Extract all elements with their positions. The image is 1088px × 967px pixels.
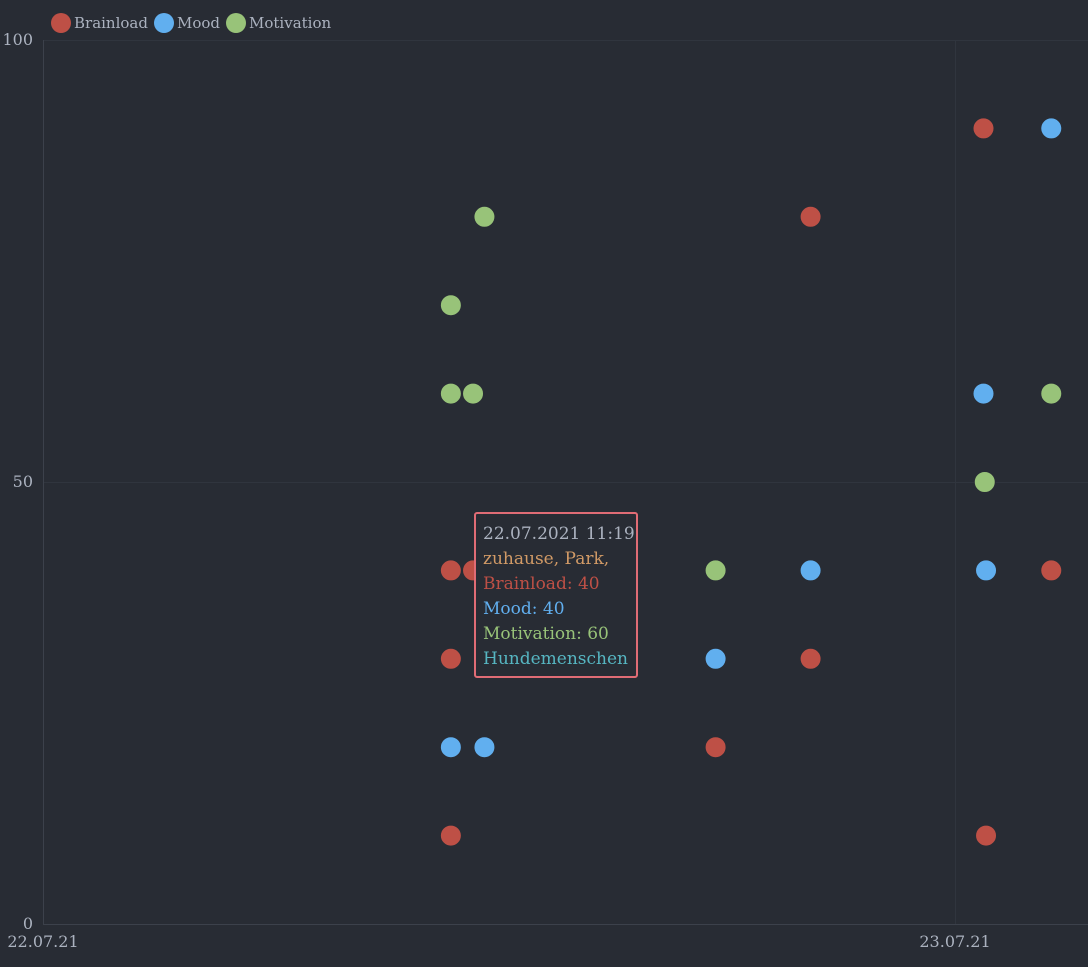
tooltip-brainload: Brainload: 40 [483, 574, 600, 594]
brainload-point-3 [439, 824, 462, 847]
motivation-point-0 [439, 294, 462, 317]
legend: Brainload Mood Motivation [51, 12, 331, 34]
mood-point-5 [975, 559, 998, 582]
y-tick-label-50: 50 [13, 472, 33, 491]
motivation-point-6 [1040, 382, 1063, 405]
brainload-point-5 [799, 205, 822, 228]
tooltip-date: 22.07.2021 11:19 [483, 524, 635, 544]
motivation-point-1 [439, 382, 462, 405]
tooltip-motivation: Motivation: 60 [483, 624, 609, 644]
mood-point-2 [704, 647, 727, 670]
brainload-point-0 [439, 559, 462, 582]
motivation-point-2 [462, 382, 485, 405]
tooltip-places: zuhause, Park, [483, 549, 610, 569]
legend-item-brainload[interactable]: Brainload [51, 13, 148, 33]
legend-label-motivation: Motivation [249, 14, 332, 32]
legend-swatch-motivation [226, 13, 246, 33]
motivation-point-3 [473, 205, 496, 228]
legend-swatch-brainload [51, 13, 71, 33]
mood-point-1 [473, 736, 496, 759]
y-tick-label-0: 0 [23, 914, 33, 933]
scatter-chart: 0 50 100 22.07.21 23.07.21 [2, 30, 1088, 951]
brainload-point-2 [439, 647, 462, 670]
legend-label-mood: Mood [176, 14, 220, 32]
mood-point-3 [799, 559, 822, 582]
motivation-point-5 [973, 471, 996, 493]
brainload-point-6 [799, 647, 822, 670]
brainload-point-8 [975, 824, 998, 847]
brainload-point-9 [1040, 559, 1063, 582]
y-tick-label-100: 100 [2, 30, 33, 49]
data-point-tooltip: 22.07.2021 11:19 zuhause, Park, Brainloa… [474, 512, 638, 678]
legend-item-motivation[interactable]: Motivation [226, 13, 331, 33]
mood-point-6 [1040, 117, 1063, 140]
tooltip-mood: Mood: 40 [483, 599, 565, 619]
motivation-point-4 [704, 559, 727, 582]
mood-point-4 [972, 382, 995, 405]
brainload-point-7 [972, 117, 995, 140]
tooltip-tags: Hundemenschen [483, 649, 628, 669]
legend-item-mood[interactable]: Mood [153, 13, 220, 33]
legend-swatch-mood [153, 13, 174, 33]
x-tick-label-0: 22.07.21 [7, 932, 78, 951]
legend-label-brainload: Brainload [74, 14, 148, 32]
mood-point-0 [439, 736, 462, 759]
brainload-point-4 [704, 736, 727, 759]
x-tick-label-1: 23.07.21 [919, 932, 990, 951]
